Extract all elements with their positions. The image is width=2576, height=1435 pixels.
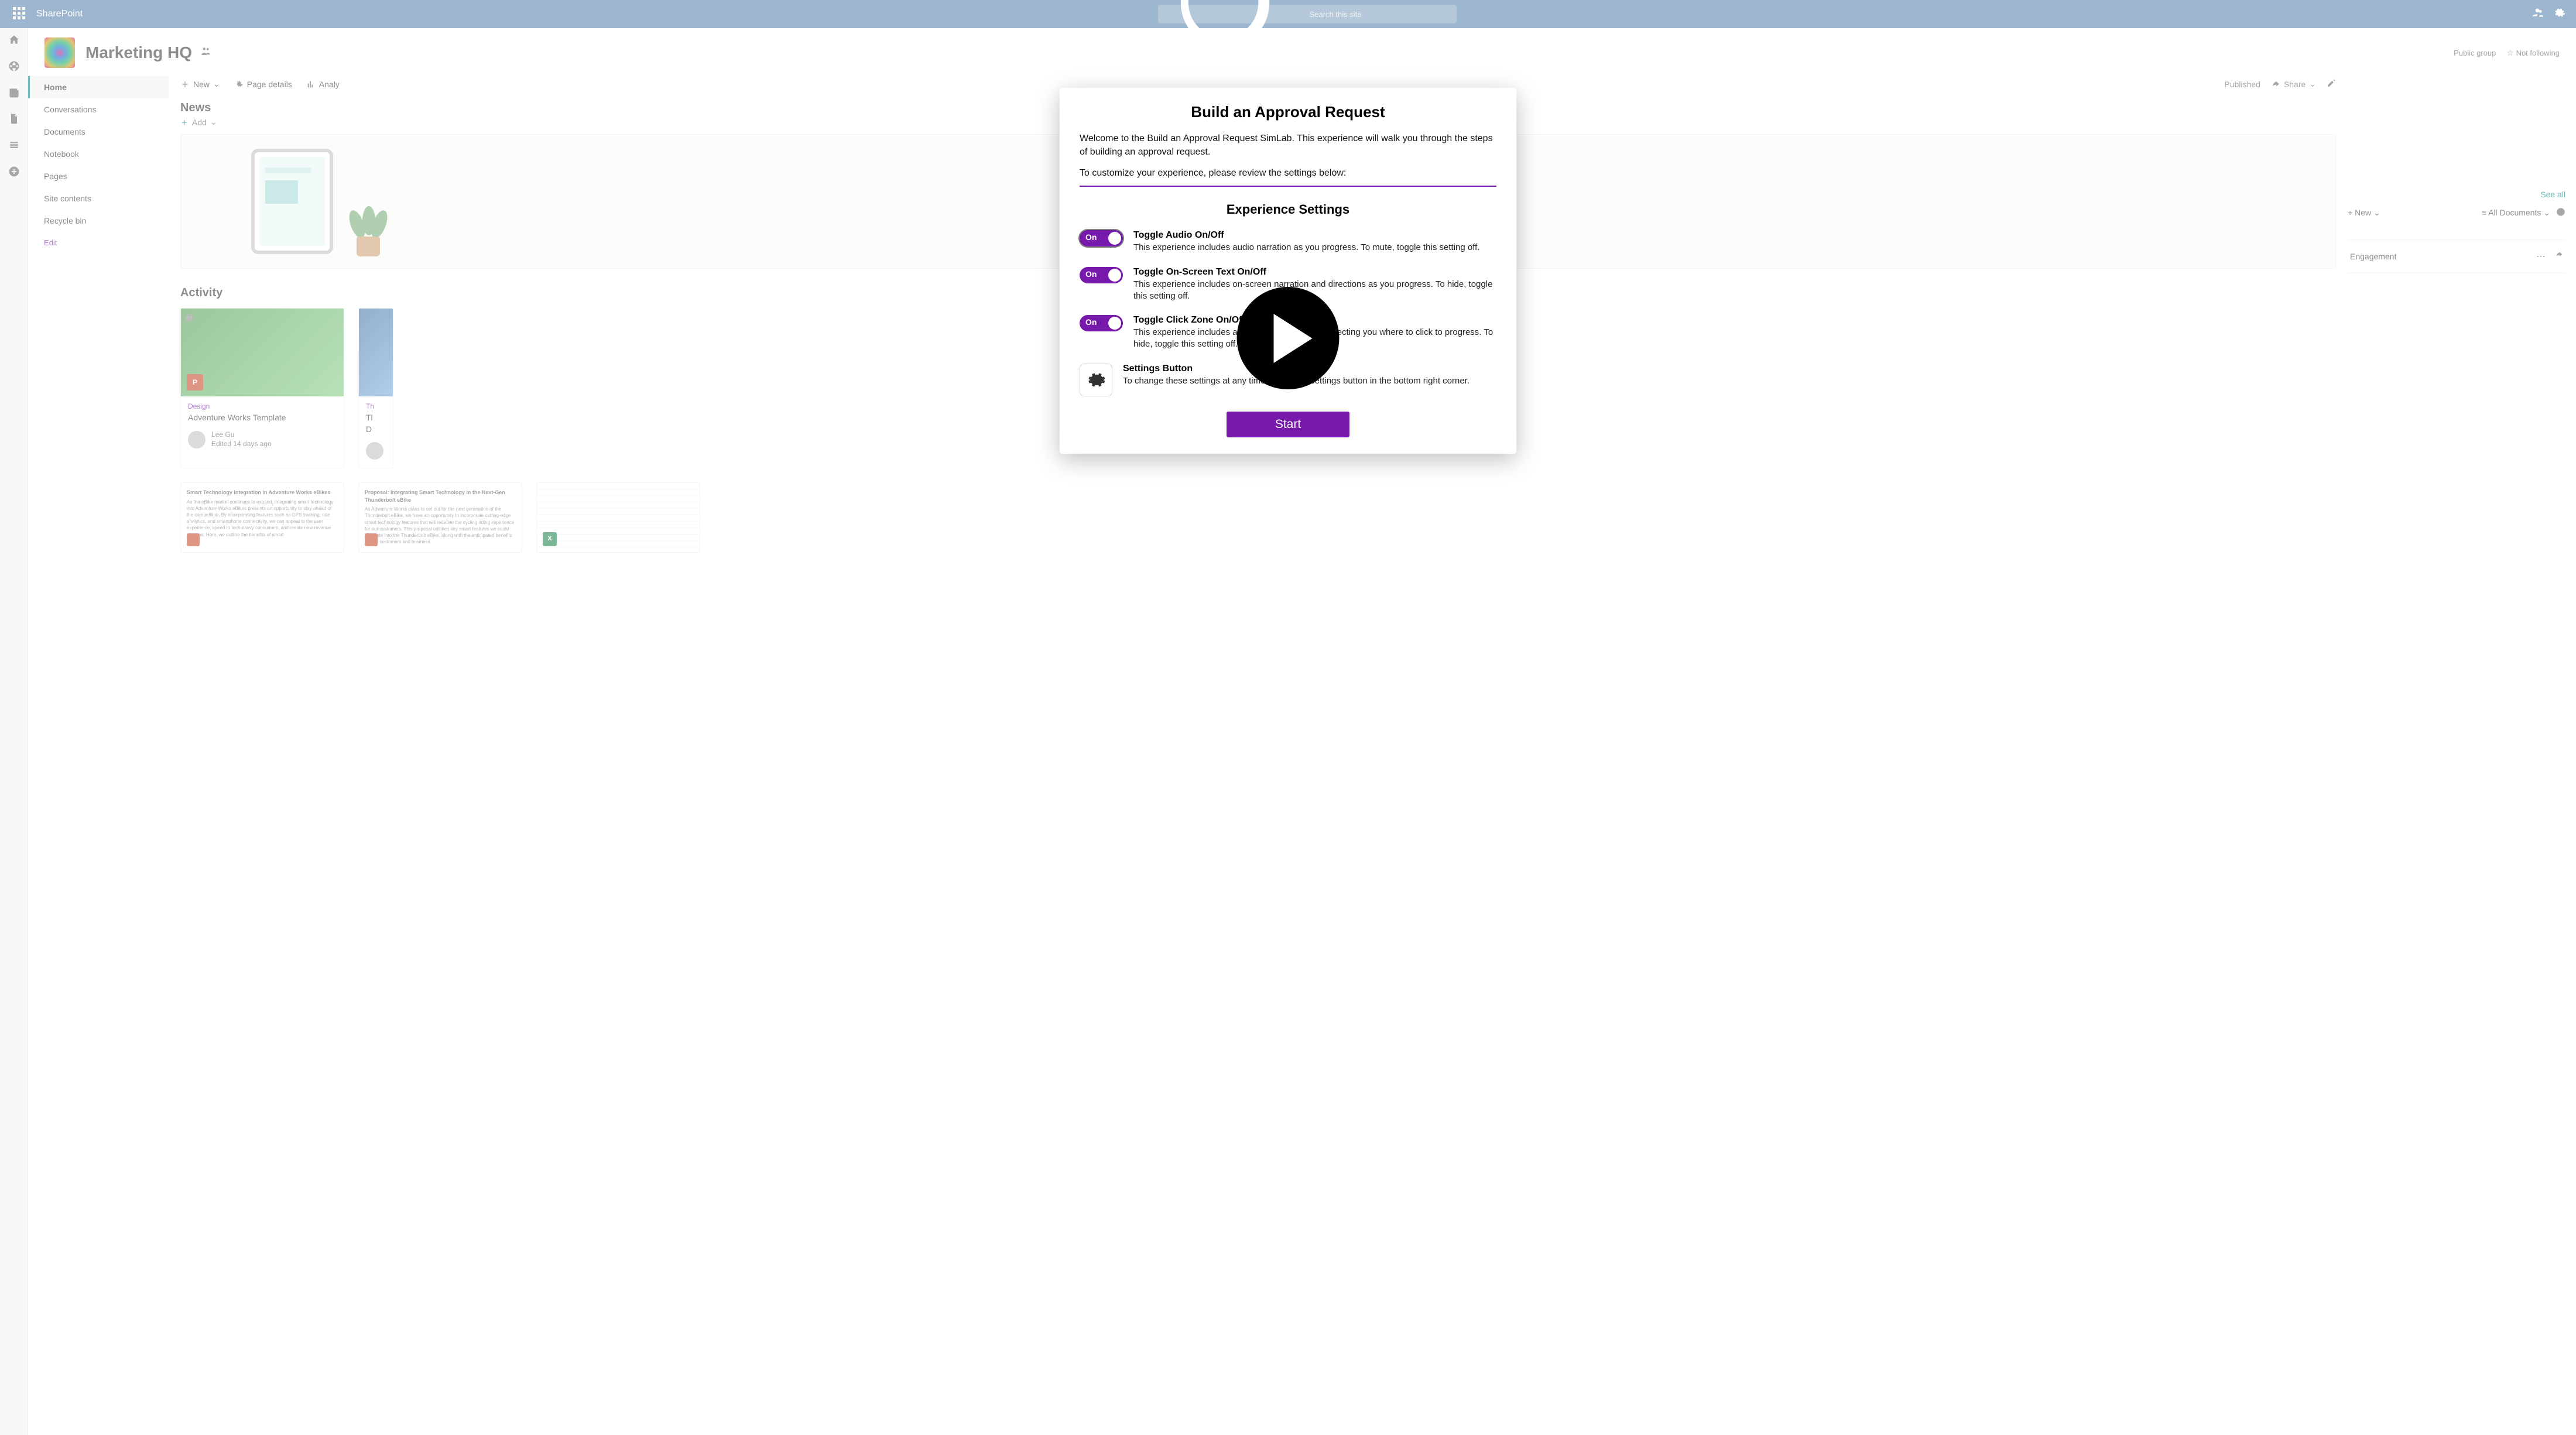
simlab-modal: Build an Approval Request Welcome to the… [1060,88,1516,454]
gear-icon [1087,371,1105,389]
modal-subhead: Experience Settings [1080,202,1496,217]
setting-title: Toggle On-Screen Text On/Off [1133,267,1496,278]
modal-intro2: To customize your experience, please rev… [1080,168,1496,187]
setting-body: This experience includes audio narration… [1133,242,1479,254]
play-button[interactable] [1237,287,1340,389]
start-button[interactable]: Start [1227,412,1349,437]
toggle-audio[interactable]: On [1080,230,1123,246]
toggle-onscreen-text[interactable]: On [1080,267,1123,283]
modal-intro: Welcome to the Build an Approval Request… [1080,132,1496,159]
setting-title: Toggle Audio On/Off [1133,230,1479,241]
toggle-click-zone[interactable]: On [1080,315,1123,331]
settings-gear-box [1080,364,1112,396]
setting-audio: On Toggle Audio On/Off This experience i… [1080,230,1496,254]
modal-title: Build an Approval Request [1080,103,1496,121]
